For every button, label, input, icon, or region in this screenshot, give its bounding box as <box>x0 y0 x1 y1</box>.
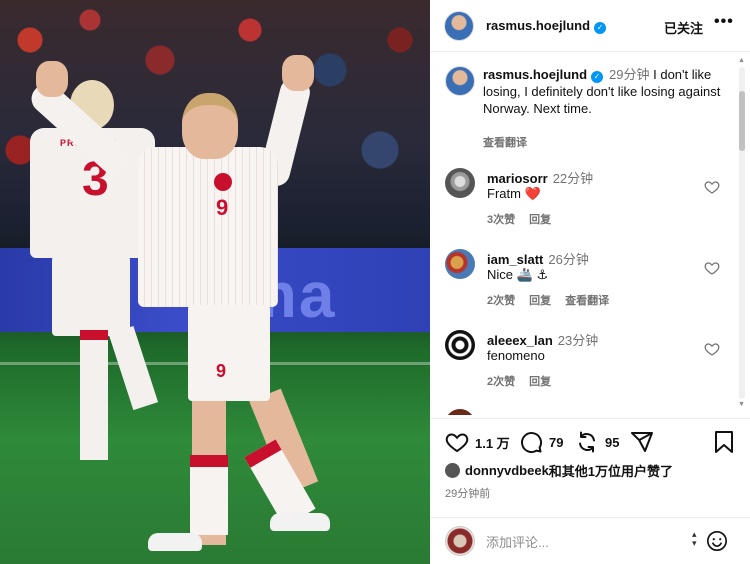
author-username-text[interactable]: rasmus.hoejlund <box>486 18 590 33</box>
comment-meta: 3次赞 回复 <box>487 211 565 227</box>
commenter-avatar[interactable] <box>445 330 475 360</box>
comment-item: aleeex_lan 23分钟 fenomeno 2次赞 回复 <box>430 330 735 410</box>
comment-body: Nice <box>487 267 514 282</box>
post-actions: 1.1 万 79 95 donnyvdbeek 和其他1万位用户赞了 29分钟前 <box>430 418 750 514</box>
main-player-head <box>182 93 238 159</box>
main-player-shirt-number: 9 <box>216 195 229 220</box>
verified-badge-icon: ✓ <box>591 71 604 83</box>
emoji-smiley-icon[interactable] <box>706 530 728 552</box>
main-player-shorts <box>188 305 270 401</box>
red-heart-emoji: ❤️ <box>524 186 541 201</box>
heart-icon[interactable] <box>704 341 720 357</box>
caption-author-avatar[interactable] <box>445 66 475 96</box>
following-button[interactable]: 已关注 <box>664 18 703 37</box>
like-action[interactable]: 1.1 万 <box>445 431 510 453</box>
reply-button[interactable]: 回复 <box>529 214 551 226</box>
comment-time: 26分钟 <box>548 252 589 267</box>
repost-action[interactable]: 95 <box>575 431 619 453</box>
comment-like-count[interactable]: 2次赞 <box>487 376 515 388</box>
repost-icon[interactable] <box>575 430 599 454</box>
main-player-boot <box>148 533 202 551</box>
comment-count[interactable]: 79 <box>549 435 563 450</box>
current-user-avatar <box>445 526 475 556</box>
share-action[interactable] <box>630 431 654 453</box>
scrollbar-thumb[interactable] <box>739 91 745 151</box>
comment-input[interactable] <box>486 531 686 553</box>
post-photo[interactable]: ma PROVSTGA 3 9 9 <box>0 0 430 564</box>
verified-badge-icon: ✓ <box>594 22 607 34</box>
comment-username[interactable]: mariosorr <box>487 171 548 186</box>
comment-username-row[interactable]: mariosorr 22分钟 <box>487 168 593 187</box>
reply-button[interactable]: 回复 <box>529 376 551 388</box>
comment-meta: 2次赞 回复 <box>487 373 565 389</box>
comment-username-row[interactable]: aleeex_lan 23分钟 <box>487 330 598 349</box>
comment-username-row[interactable]: iam_slatt 26分钟 <box>487 249 589 268</box>
post-caption: rasmus.hoejlund ✓ 29分钟 I don't like losing… <box>483 66 733 117</box>
comment-text: Nice 🚢 ⚓ <box>487 267 548 283</box>
ship-anchor-emoji: 🚢 ⚓ <box>516 267 549 282</box>
main-player-sock <box>190 455 228 535</box>
denmark-crest <box>214 173 232 191</box>
resize-stepper-icon[interactable]: ▴ ▾ <box>692 530 697 548</box>
commenter-avatar[interactable] <box>445 249 475 279</box>
reply-button[interactable]: 回复 <box>529 295 551 307</box>
main-player-shorts-number: 9 <box>216 361 227 381</box>
repost-count[interactable]: 95 <box>605 435 619 450</box>
comment-time: 23分钟 <box>557 333 599 348</box>
share-paper-plane-icon[interactable] <box>630 430 654 454</box>
comment-time: 22分钟 <box>552 171 594 186</box>
add-comment-bar: ▴▾ <box>430 517 750 564</box>
comment-meta: 2次赞 回复 查看翻译 <box>487 292 623 308</box>
comment-like-count[interactable]: 2次赞 <box>487 295 515 307</box>
comments-list[interactable]: rasmus.hoejlund ✓ 29分钟 I don't like losing… <box>430 53 750 415</box>
comment-text: fenomeno <box>487 348 545 363</box>
liked-by-summary[interactable]: donnyvdbeek 和其他1万位用户赞了 <box>445 461 673 480</box>
comment-text: Fratm ❤️ <box>487 186 541 202</box>
main-player-shirt <box>138 147 278 307</box>
author-avatar[interactable] <box>444 11 474 41</box>
scroll-down-arrow-icon[interactable]: ▼ <box>738 401 745 408</box>
main-player-boot <box>270 513 330 531</box>
caption-username[interactable]: rasmus.hoejlund <box>483 67 587 82</box>
liked-by-rest[interactable]: 和其他1万位用户赞了 <box>549 461 673 480</box>
liker-avatar[interactable] <box>445 463 460 478</box>
scroll-up-arrow-icon[interactable]: ▲ <box>738 57 745 64</box>
commenter-avatar[interactable] <box>445 168 475 198</box>
more-options-icon[interactable]: ••• <box>714 13 734 31</box>
heart-icon[interactable] <box>704 260 720 276</box>
comment-item: mariosorr 22分钟 Fratm ❤️ 3次赞 回复 <box>430 168 735 248</box>
liker-username[interactable]: donnyvdbeek <box>465 463 549 478</box>
main-player-hand <box>282 55 314 91</box>
heart-icon[interactable] <box>445 430 469 454</box>
comment-action[interactable]: 79 <box>519 430 563 454</box>
main-player: 9 9 <box>25 55 340 555</box>
heart-icon[interactable] <box>704 179 720 195</box>
post-timestamp: 29分钟前 <box>445 488 491 500</box>
post-header: rasmus.hoejlund ✓ 已关注 ••• <box>430 0 750 52</box>
comment-username[interactable]: aleeex_lan <box>487 333 553 348</box>
see-translation-link[interactable]: 查看翻译 <box>565 295 609 307</box>
bookmark-icon[interactable] <box>713 430 735 454</box>
author-username[interactable]: rasmus.hoejlund ✓ <box>486 18 607 34</box>
comment-username[interactable]: iam_slatt <box>487 252 543 267</box>
see-translation-link[interactable]: 查看翻译 <box>483 134 527 150</box>
post-detail-panel: rasmus.hoejlund ✓ 已关注 ••• rasmus.hoejlund… <box>430 0 750 564</box>
comment-bubble-icon[interactable] <box>519 430 543 454</box>
save-action[interactable] <box>713 431 735 453</box>
main-player-hand <box>36 61 68 97</box>
comment-like-count[interactable]: 3次赞 <box>487 214 515 226</box>
comment-item: iam_slatt 26分钟 Nice 🚢 ⚓ 2次赞 回复 查看翻译 <box>430 249 735 329</box>
commenter-avatar[interactable] <box>445 409 475 415</box>
comment-body: Fratm <box>487 186 521 201</box>
caption-time: 29分钟 <box>609 67 650 82</box>
comment-item <box>430 409 735 415</box>
like-count[interactable]: 1.1 万 <box>475 433 510 452</box>
comments-scrollbar[interactable]: ▲ ▼ <box>738 57 745 409</box>
